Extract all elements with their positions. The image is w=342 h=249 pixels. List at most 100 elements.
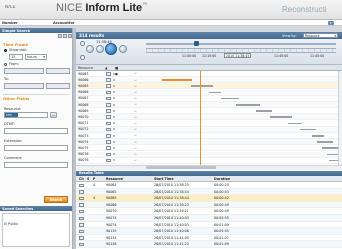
play-channel-icon[interactable] [106, 96, 111, 101]
table-row[interactable]: 90136 26/07/2010 11:41:23 00:01:09 [76, 241, 342, 248]
timeline-row[interactable]: 90066 ↔ [76, 89, 342, 96]
call-segment[interactable] [209, 91, 222, 94]
to-time-input[interactable] [46, 83, 70, 89]
play-channel-icon[interactable] [106, 121, 111, 126]
play-channel-icon[interactable] [106, 103, 111, 107]
timeline-row[interactable]: 90070 ↔ [76, 114, 342, 121]
timeline-row[interactable]: 90069 ↔ [76, 108, 342, 115]
play-channel-icon[interactable] [106, 140, 111, 144]
to-date-input[interactable] [4, 83, 44, 89]
show-last-unit-select[interactable]: hours ▾ [25, 54, 47, 60]
public-folder[interactable]: ⊟ Public [4, 222, 18, 226]
timeline-row[interactable]: 90076 ↔ [76, 158, 342, 164]
timeline-row[interactable]: 90067 ↔ [76, 96, 342, 102]
other-fields-heading: Other Fields [3, 96, 30, 101]
play-icon[interactable] [79, 216, 84, 220]
view-by-select[interactable]: Resource ▾ [303, 32, 338, 38]
play-icon[interactable] [79, 223, 84, 227]
from-time-input[interactable] [46, 68, 70, 74]
scroll-thumb[interactable] [146, 166, 216, 169]
call-segment[interactable] [190, 85, 213, 87]
timeline-row[interactable]: 90063 ↔ [76, 71, 342, 77]
vertical-scrollbar[interactable] [338, 71, 342, 165]
call-segment[interactable] [162, 79, 193, 81]
play-icon[interactable] [79, 229, 84, 234]
table-row[interactable]: 90135 26/07/2010 11:40:06 00:05:55 [76, 228, 342, 235]
call-segment[interactable] [300, 128, 317, 131]
timeline-row[interactable]: 90076 ↔ [76, 151, 342, 158]
table-row[interactable]: 90134 26/07/2010 11:41:05 00:01:07 [76, 235, 342, 242]
play-icon[interactable] [79, 196, 84, 201]
table-row[interactable]: 90074 26/07/2010 11:40:03 00:01:09 [76, 222, 342, 229]
call-segment[interactable] [256, 110, 273, 112]
play-channel-icon[interactable] [106, 90, 111, 95]
play-icon[interactable] [79, 209, 84, 214]
col-start-time[interactable]: Start Time [154, 177, 174, 181]
user-menu-button[interactable]: ▾ [328, 21, 334, 25]
play-channel-icon[interactable] [106, 134, 111, 138]
zoom-out-icon[interactable] [80, 55, 85, 60]
timeline-row[interactable]: 90073 ↔ [76, 133, 342, 139]
call-segment[interactable] [316, 141, 333, 143]
play-channel-icon[interactable] [106, 78, 111, 82]
from-date-input[interactable] [4, 68, 44, 74]
table-row[interactable]: 90065 26/07/2010 11:38:44 00:00:43 [76, 188, 342, 196]
title-product: Inform Lite [85, 2, 143, 14]
table-row[interactable]: 90070 26/07/2010 11:39:21 00:00:49 [76, 208, 342, 215]
play-channel-icon[interactable] [106, 84, 111, 88]
call-segment[interactable] [221, 97, 240, 100]
forward-button[interactable] [119, 45, 127, 53]
play-icon[interactable] [79, 236, 84, 240]
table-row[interactable]: 90074 26/07/2010 11:40:03 00:05:55 [76, 215, 342, 222]
search-button[interactable]: Search [44, 196, 68, 203]
stop-button[interactable] [96, 45, 104, 53]
play-channel-icon[interactable] [106, 152, 111, 157]
col-s[interactable]: S [87, 177, 89, 181]
sort-arrow-icon: ▲ [105, 66, 108, 70]
call-segment[interactable] [288, 122, 303, 125]
clear-icon[interactable] [63, 34, 67, 38]
table-row[interactable]: 90066 26/07/2010 11:39:23 00:00:49 [76, 201, 342, 209]
call-segment[interactable] [236, 104, 261, 106]
play-channel-icon[interactable] [106, 146, 111, 150]
timeline-row[interactable]: 90066 ↔ [76, 77, 342, 84]
timeline-row[interactable]: 90071 ↔ [76, 121, 342, 127]
call-segment[interactable] [311, 135, 324, 137]
row-start-time: 26/07/2010 11:38:44 [154, 196, 189, 201]
resource-picker-button[interactable]: … [50, 112, 57, 118]
show-last-radio[interactable] [4, 49, 7, 52]
rewind-button[interactable] [86, 45, 94, 53]
collapse-icon[interactable] [68, 34, 72, 38]
zoom-in-icon[interactable] [80, 41, 85, 46]
play-button[interactable] [105, 43, 117, 55]
play-icon[interactable] [79, 242, 84, 247]
save-icon[interactable] [58, 34, 62, 38]
timeline-row[interactable]: 90072 ↔ [76, 126, 342, 133]
play-channel-icon[interactable] [106, 115, 111, 119]
comment-input[interactable] [4, 162, 68, 168]
col-ch[interactable]: Ch [79, 177, 84, 181]
col-duration[interactable]: Duration [214, 177, 230, 181]
call-segment[interactable] [269, 116, 292, 118]
col-resource[interactable]: Resource [106, 177, 123, 181]
extension-input[interactable] [4, 145, 68, 151]
from-radio[interactable] [4, 63, 7, 66]
timeline-row[interactable]: 90074 ↔ [76, 139, 342, 146]
play-channel-icon[interactable] [106, 72, 111, 76]
play-channel-icon[interactable] [106, 127, 111, 132]
table-row[interactable]: 4 90064 26/07/2010 11:38:25 00:00:25 [76, 182, 342, 189]
play-channel-icon[interactable] [106, 109, 111, 113]
play-icon[interactable] [79, 190, 84, 194]
col-p[interactable]: P [93, 177, 95, 181]
play-icon[interactable] [79, 183, 84, 187]
play-icon[interactable] [79, 203, 84, 207]
show-last-value-input[interactable]: 15 [9, 54, 23, 60]
timeline-row[interactable]: 90068 ↔ [76, 102, 342, 108]
timeline-row[interactable]: 90065 ↔ [76, 83, 342, 90]
dtmf-input[interactable] [4, 128, 68, 134]
timeline-row[interactable]: 90075 ↔ [76, 145, 342, 152]
timeline-handle[interactable] [194, 41, 199, 46]
timeline-track[interactable] [146, 43, 336, 45]
play-channel-icon[interactable] [106, 158, 111, 163]
table-row[interactable]: 4 90065 26/07/2010 11:38:44 00:00:42 [76, 195, 342, 202]
